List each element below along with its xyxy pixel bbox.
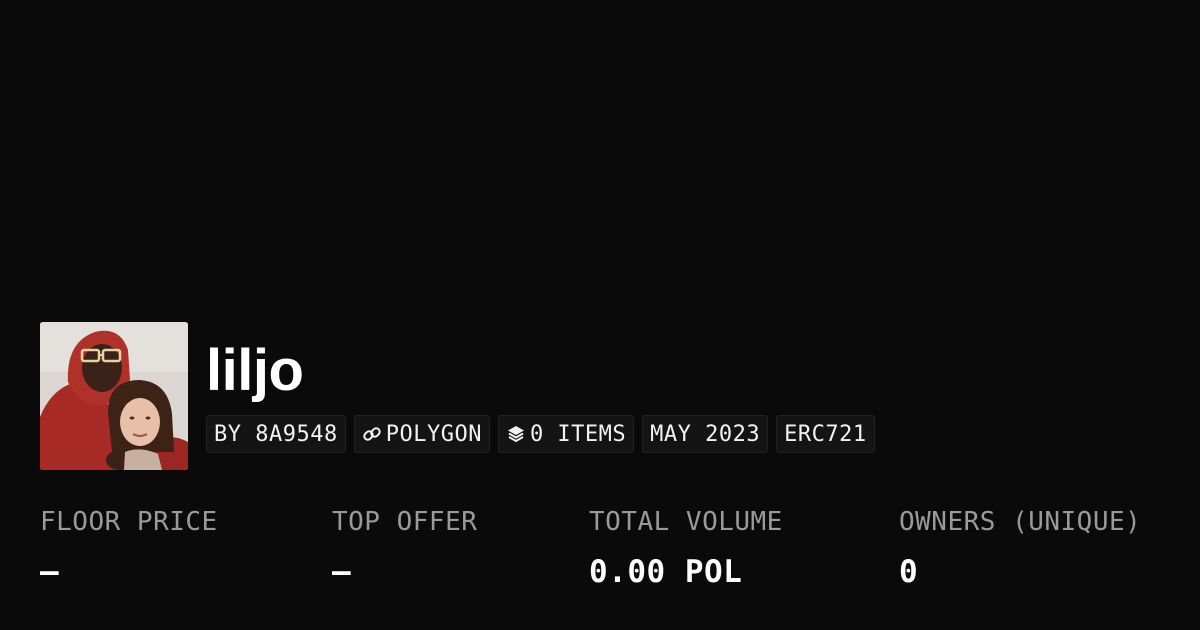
collection-chips: BY 8A9548 POLYGON 0 ITEMS MAY 2023 ERC72…	[206, 415, 875, 453]
top-offer-value: –	[332, 554, 352, 590]
collection-avatar	[40, 322, 188, 470]
chain-chip[interactable]: POLYGON	[353, 415, 490, 453]
collection-stats: FLOOR PRICE – TOP OFFER – TOTAL VOLUME 0…	[0, 500, 1200, 610]
collection-title-block: liljo BY 8A9548 POLYGON 0 ITEMS MAY 2023…	[206, 322, 1106, 470]
stat-top-offer: TOP OFFER –	[332, 500, 477, 594]
layers-icon	[507, 426, 524, 443]
items-chip[interactable]: 0 ITEMS	[497, 415, 635, 453]
total-volume-label: TOTAL VOLUME	[589, 507, 783, 537]
creator-label: BY 8A9548	[214, 421, 338, 447]
collection-header: liljo BY 8A9548 POLYGON 0 ITEMS MAY 2023…	[40, 322, 1106, 470]
floor-price-value: –	[40, 554, 60, 590]
stat-total-volume: TOTAL VOLUME 0.00 POL	[589, 500, 783, 594]
standard-label: ERC721	[784, 421, 867, 447]
owners-value: 0	[899, 554, 919, 590]
chain-label: POLYGON	[385, 421, 482, 447]
items-label: 0 ITEMS	[529, 421, 627, 447]
total-volume-value: 0.00 POL	[589, 554, 743, 590]
collection-name: liljo	[206, 338, 304, 403]
link-icon	[363, 427, 381, 441]
date-chip: MAY 2023	[642, 415, 769, 453]
floor-price-label: FLOOR PRICE	[40, 507, 218, 537]
owners-label: OWNERS (UNIQUE)	[899, 507, 1142, 537]
creator-chip[interactable]: BY 8A9548	[206, 415, 346, 453]
top-offer-label: TOP OFFER	[332, 507, 478, 537]
standard-chip: ERC721	[776, 415, 875, 453]
date-label: MAY 2023	[650, 421, 761, 447]
stat-owners: OWNERS (UNIQUE) 0	[899, 500, 1141, 594]
stat-floor-price: FLOOR PRICE –	[40, 500, 218, 594]
